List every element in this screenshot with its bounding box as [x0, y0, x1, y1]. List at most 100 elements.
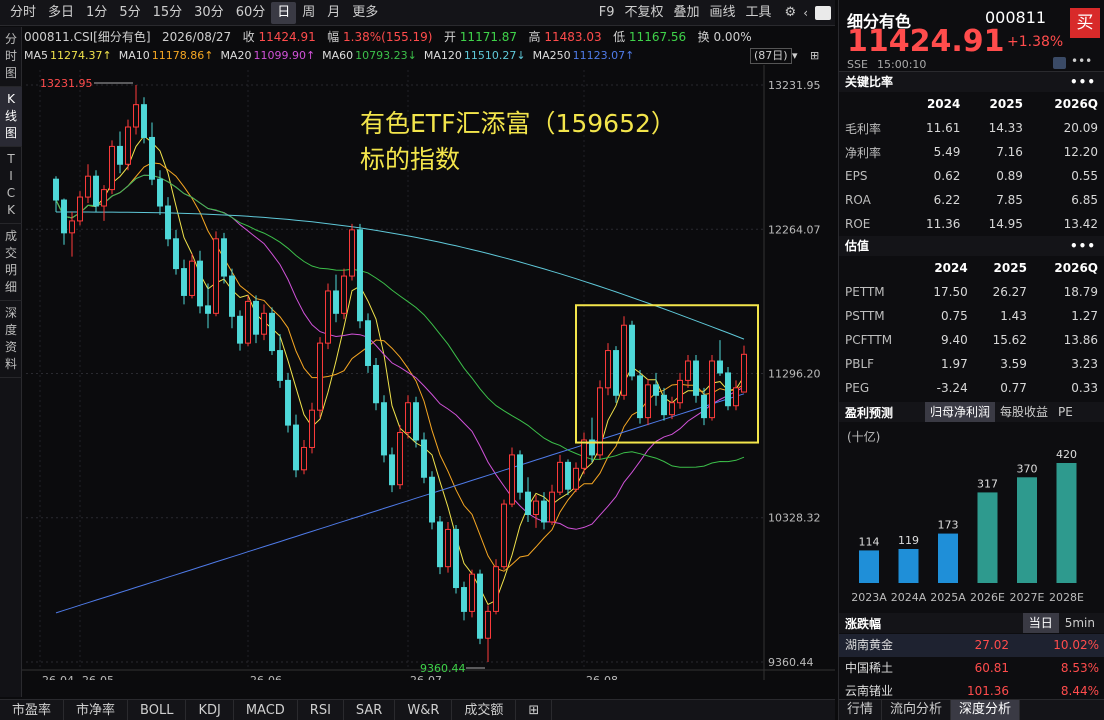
candle-body-6 [101, 189, 107, 207]
forecast-category-4: 2027E [1010, 591, 1045, 604]
right-bottom-tab-2[interactable]: 深度分析 [951, 700, 1021, 720]
candle-body-85 [733, 387, 739, 407]
toolbar-right-2[interactable]: 叠加 [668, 2, 704, 24]
period-tab-7[interactable]: 日 [271, 1, 297, 24]
indicator-tab-1[interactable]: 市净率 [64, 700, 129, 720]
candle-body-26 [261, 312, 267, 335]
movers-title: 涨跌幅 [845, 617, 882, 631]
indicator-tab-4[interactable]: MACD [234, 700, 298, 720]
edit-icon[interactable] [1053, 57, 1066, 69]
buy-button[interactable]: 买 [1070, 8, 1100, 38]
toolbar-right-1[interactable]: 不复权 [619, 2, 668, 24]
forecast-tab-1[interactable]: 每股收益 [995, 402, 1053, 422]
movers-tab-0[interactable]: 当日 [1022, 613, 1059, 633]
valuation-cell: 3.59 [1000, 357, 1027, 371]
indicator-tab-7[interactable]: W&R [395, 700, 453, 720]
valuation-more-icon[interactable]: ••• [1070, 236, 1096, 256]
nav-item-3[interactable]: 成交明细 [0, 224, 22, 301]
candle-body-4 [85, 175, 91, 198]
change-pct: +1.38% [1007, 34, 1064, 50]
candle-body-64 [565, 461, 571, 490]
add-indicator-icon[interactable]: ⊞ [516, 700, 553, 720]
movers-tab-1[interactable]: 5min [1059, 613, 1101, 633]
period-tab-0[interactable]: 分时 [4, 2, 42, 24]
period-tab-9[interactable]: 月 [321, 2, 346, 24]
ma-value-4: 11510.27↓ [463, 49, 526, 62]
period-tab-8[interactable]: 周 [296, 2, 321, 24]
period-tab-10[interactable]: 更多 [346, 2, 384, 24]
indicator-tab-0[interactable]: 市盈率 [0, 700, 65, 720]
candle-body-5 [93, 175, 99, 207]
more-icon[interactable]: ••• [1071, 54, 1092, 68]
indicator-tab-5[interactable]: RSI [298, 700, 344, 720]
toolbar-right-0[interactable]: F9 [594, 2, 620, 24]
chevron-left-icon[interactable]: ‹ [800, 6, 811, 20]
candle-body-39 [365, 320, 371, 366]
candle-body-73 [637, 375, 643, 419]
candle-body-13 [157, 178, 163, 207]
candle-body-50 [453, 528, 459, 589]
ratios-row-label: 净利率 [845, 145, 882, 160]
table-row: 毛利率 11.61 14.33 20.09 [839, 116, 1104, 140]
period-tab-4[interactable]: 15分 [147, 2, 189, 24]
valuation-row-label: PETTM [845, 285, 885, 299]
forecast-tab-2[interactable]: PE [1053, 402, 1078, 422]
low-marker: 9360.44 [420, 662, 466, 675]
candle-body-54 [485, 610, 491, 639]
wechat-icon[interactable] [815, 5, 831, 20]
ma60-line [55, 174, 745, 468]
candle-body-61 [541, 500, 547, 523]
candle-body-16 [181, 268, 187, 296]
settings-icon[interactable]: ⊞ [810, 47, 819, 65]
movers-list: 湖南黄金 27.02 10.02% 中国稀土 60.81 8.53% 云南锗业 101.36 8… [839, 634, 1104, 698]
nav-item-4[interactable]: 深度资料 [0, 301, 22, 378]
ratios-cell: 11.61 [926, 121, 961, 135]
period-count[interactable]: (87日) [750, 48, 792, 64]
candle-body-17 [189, 260, 195, 296]
candle-body-65 [573, 467, 579, 490]
valuation-cell: 3.23 [1071, 357, 1098, 371]
forecast-bar-3 [977, 492, 998, 583]
valuation-row-label: PBLF [845, 357, 875, 371]
forecast-value-5: 420 [1056, 448, 1077, 461]
annotation-line-1: 有色ETF汇添富（159652） [360, 109, 676, 138]
candle-body-41 [381, 402, 387, 456]
list-item[interactable]: 云南锗业 101.36 8.44% [839, 680, 1104, 698]
table-row: PBLF 1.97 3.59 3.23 [839, 352, 1104, 376]
period-tab-2[interactable]: 1分 [80, 2, 113, 24]
period-tab-6[interactable]: 60分 [230, 2, 272, 24]
candle-body-76 [661, 394, 667, 416]
right-bottom-tab-0[interactable]: 行情 [839, 700, 883, 720]
list-item[interactable]: 中国稀土 60.81 8.53% [839, 657, 1104, 680]
table-row: PSTTM 0.75 1.43 1.27 [839, 304, 1104, 328]
chevron-down-icon[interactable]: ▾ [792, 47, 798, 65]
index-code: 000811.CSI[细分有色] [24, 30, 151, 44]
nav-item-0[interactable]: 分时图 [0, 27, 22, 87]
forecast-bar-4 [1017, 477, 1037, 583]
indicator-tab-3[interactable]: KDJ [186, 700, 234, 720]
candle-body-2 [69, 220, 75, 234]
ratios-more-icon[interactable]: ••• [1070, 72, 1096, 92]
gear-icon[interactable]: ⚙ [781, 5, 801, 20]
toolbar-right-3[interactable]: 画线 [705, 2, 741, 24]
indicator-tab-8[interactable]: 成交额 [452, 700, 517, 720]
table-row: 净利率 5.49 7.16 12.20 [839, 140, 1104, 164]
list-item[interactable]: 湖南黄金 27.02 10.02% [839, 634, 1104, 657]
nav-item-1[interactable]: K线图 [0, 87, 22, 147]
right-bottom-tab-1[interactable]: 流向分析 [882, 700, 952, 720]
valuation-cell: -3.24 [936, 381, 968, 395]
forecast-title: 盈利预测 [845, 406, 894, 420]
candle-body-22 [229, 275, 235, 317]
candle-body-0 [53, 178, 59, 201]
candle-body-32 [309, 409, 315, 448]
indicator-tab-2[interactable]: BOLL [128, 700, 187, 720]
period-tab-3[interactable]: 5分 [113, 2, 146, 24]
period-tab-5[interactable]: 30分 [188, 2, 230, 24]
indicator-tab-6[interactable]: SAR [344, 700, 396, 720]
nav-item-2[interactable]: TICK [0, 147, 22, 224]
toolbar-right-4[interactable]: 工具 [741, 2, 777, 24]
ratios-cell: 6.22 [933, 193, 961, 207]
forecast-tab-0[interactable]: 归母净利润 [925, 402, 996, 422]
period-tab-1[interactable]: 多日 [42, 2, 80, 24]
ma-value-3: 10793.23↓ [355, 49, 417, 62]
